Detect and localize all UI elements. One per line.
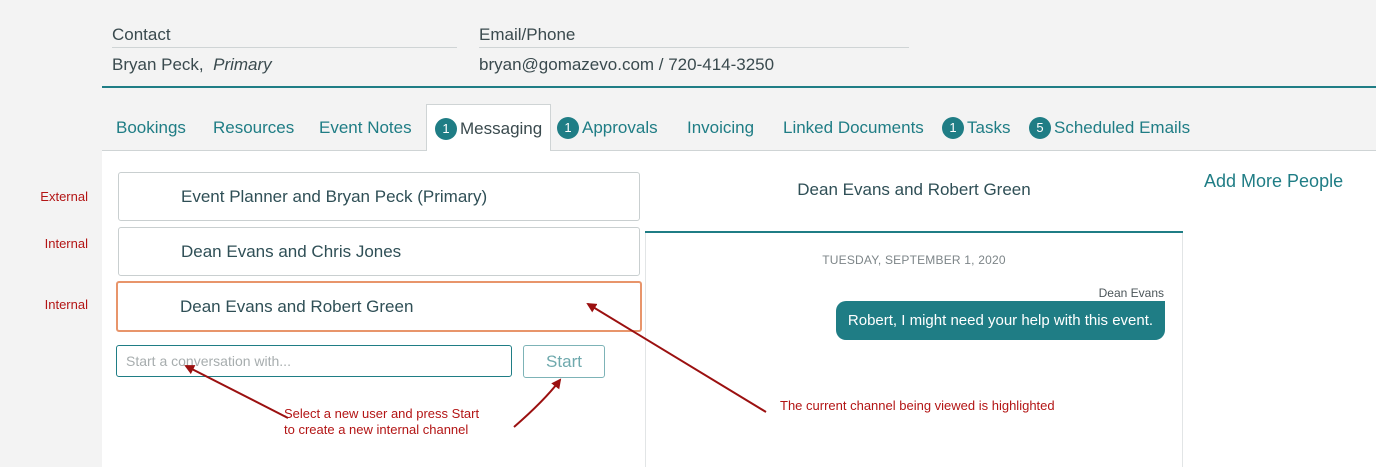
tab-bar: Bookings Resources Event Notes 1 Messagi…: [102, 104, 1376, 152]
annotation-line: Select a new user and press Start: [284, 406, 480, 421]
annotation-new-channel: Select a new user and press Start to cre…: [284, 406, 479, 438]
email-divider: [479, 47, 909, 48]
chat-area: [645, 233, 1183, 467]
tab-label: Invoicing: [687, 117, 755, 137]
channel-type-label: Internal: [44, 297, 88, 312]
channel-label: Event Planner and Bryan Peck (Primary): [181, 186, 488, 206]
tab-event-notes[interactable]: Event Notes: [319, 104, 412, 151]
annotation-highlight: The current channel being viewed is high…: [780, 398, 1055, 413]
channel-type-label: External: [40, 189, 88, 204]
contact-role: Primary: [213, 55, 272, 74]
tab-linked-documents[interactable]: Linked Documents: [783, 104, 924, 151]
tab-approvals[interactable]: 1 Approvals: [557, 104, 658, 151]
scheduled-emails-count-badge: 5: [1029, 116, 1051, 139]
tab-label: Approvals: [582, 117, 658, 137]
message-date: TUESDAY, SEPTEMBER 1, 2020: [822, 253, 1006, 267]
tab-label: Bookings: [116, 117, 186, 137]
channel-label: Dean Evans and Chris Jones: [181, 241, 402, 261]
tab-invoicing[interactable]: Invoicing: [687, 104, 754, 151]
start-button[interactable]: Start: [523, 345, 605, 378]
channel-label: Dean Evans and Robert Green: [180, 296, 414, 316]
tab-label: Linked Documents: [783, 117, 924, 137]
chat-title: Dean Evans and Robert Green: [797, 180, 1031, 199]
message-text: Robert, I might need your help with this…: [847, 312, 1154, 329]
channel-item-external[interactable]: Event Planner and Bryan Peck (Primary): [118, 172, 640, 221]
tab-label: Scheduled Emails: [1054, 117, 1191, 137]
email-phone-label: Email/Phone: [479, 25, 576, 44]
channel-item-internal[interactable]: Dean Evans and Chris Jones: [118, 227, 640, 276]
contact-value: Bryan Peck, Primary: [112, 55, 272, 75]
header-rule: [102, 86, 1376, 88]
tab-scheduled-emails[interactable]: 5 Scheduled Emails: [1029, 104, 1190, 151]
tab-label: Messaging: [460, 118, 543, 138]
email-phone-value: bryan@gomazevo.com / 720-414-3250: [479, 55, 775, 74]
conversation-user-input[interactable]: [116, 345, 512, 377]
tasks-count-badge: 1: [942, 116, 964, 139]
message-bubble: Robert, I might need your help with this…: [836, 301, 1165, 340]
tab-bookings[interactable]: Bookings: [116, 104, 186, 151]
contact-label: Contact: [112, 25, 171, 44]
channel-item-selected[interactable]: Dean Evans and Robert Green: [116, 281, 642, 332]
tab-label: Event Notes: [319, 117, 412, 137]
add-more-people-link[interactable]: Add More People: [1204, 171, 1343, 192]
message-sender: Dean Evans: [1098, 286, 1164, 300]
annotation-line: to create a new internal channel: [284, 422, 469, 437]
messaging-count-badge: 1: [435, 117, 457, 140]
channel-type-label: Internal: [44, 236, 88, 251]
approvals-count-badge: 1: [557, 116, 579, 139]
tab-resources[interactable]: Resources: [213, 104, 294, 151]
tab-messaging[interactable]: 1 Messaging: [426, 104, 552, 152]
tab-label: Resources: [213, 117, 295, 137]
tab-tasks[interactable]: 1 Tasks: [942, 104, 1010, 151]
contact-divider: [112, 47, 457, 48]
tab-label: Tasks: [967, 117, 1011, 137]
contact-name: Bryan Peck,: [112, 55, 204, 74]
